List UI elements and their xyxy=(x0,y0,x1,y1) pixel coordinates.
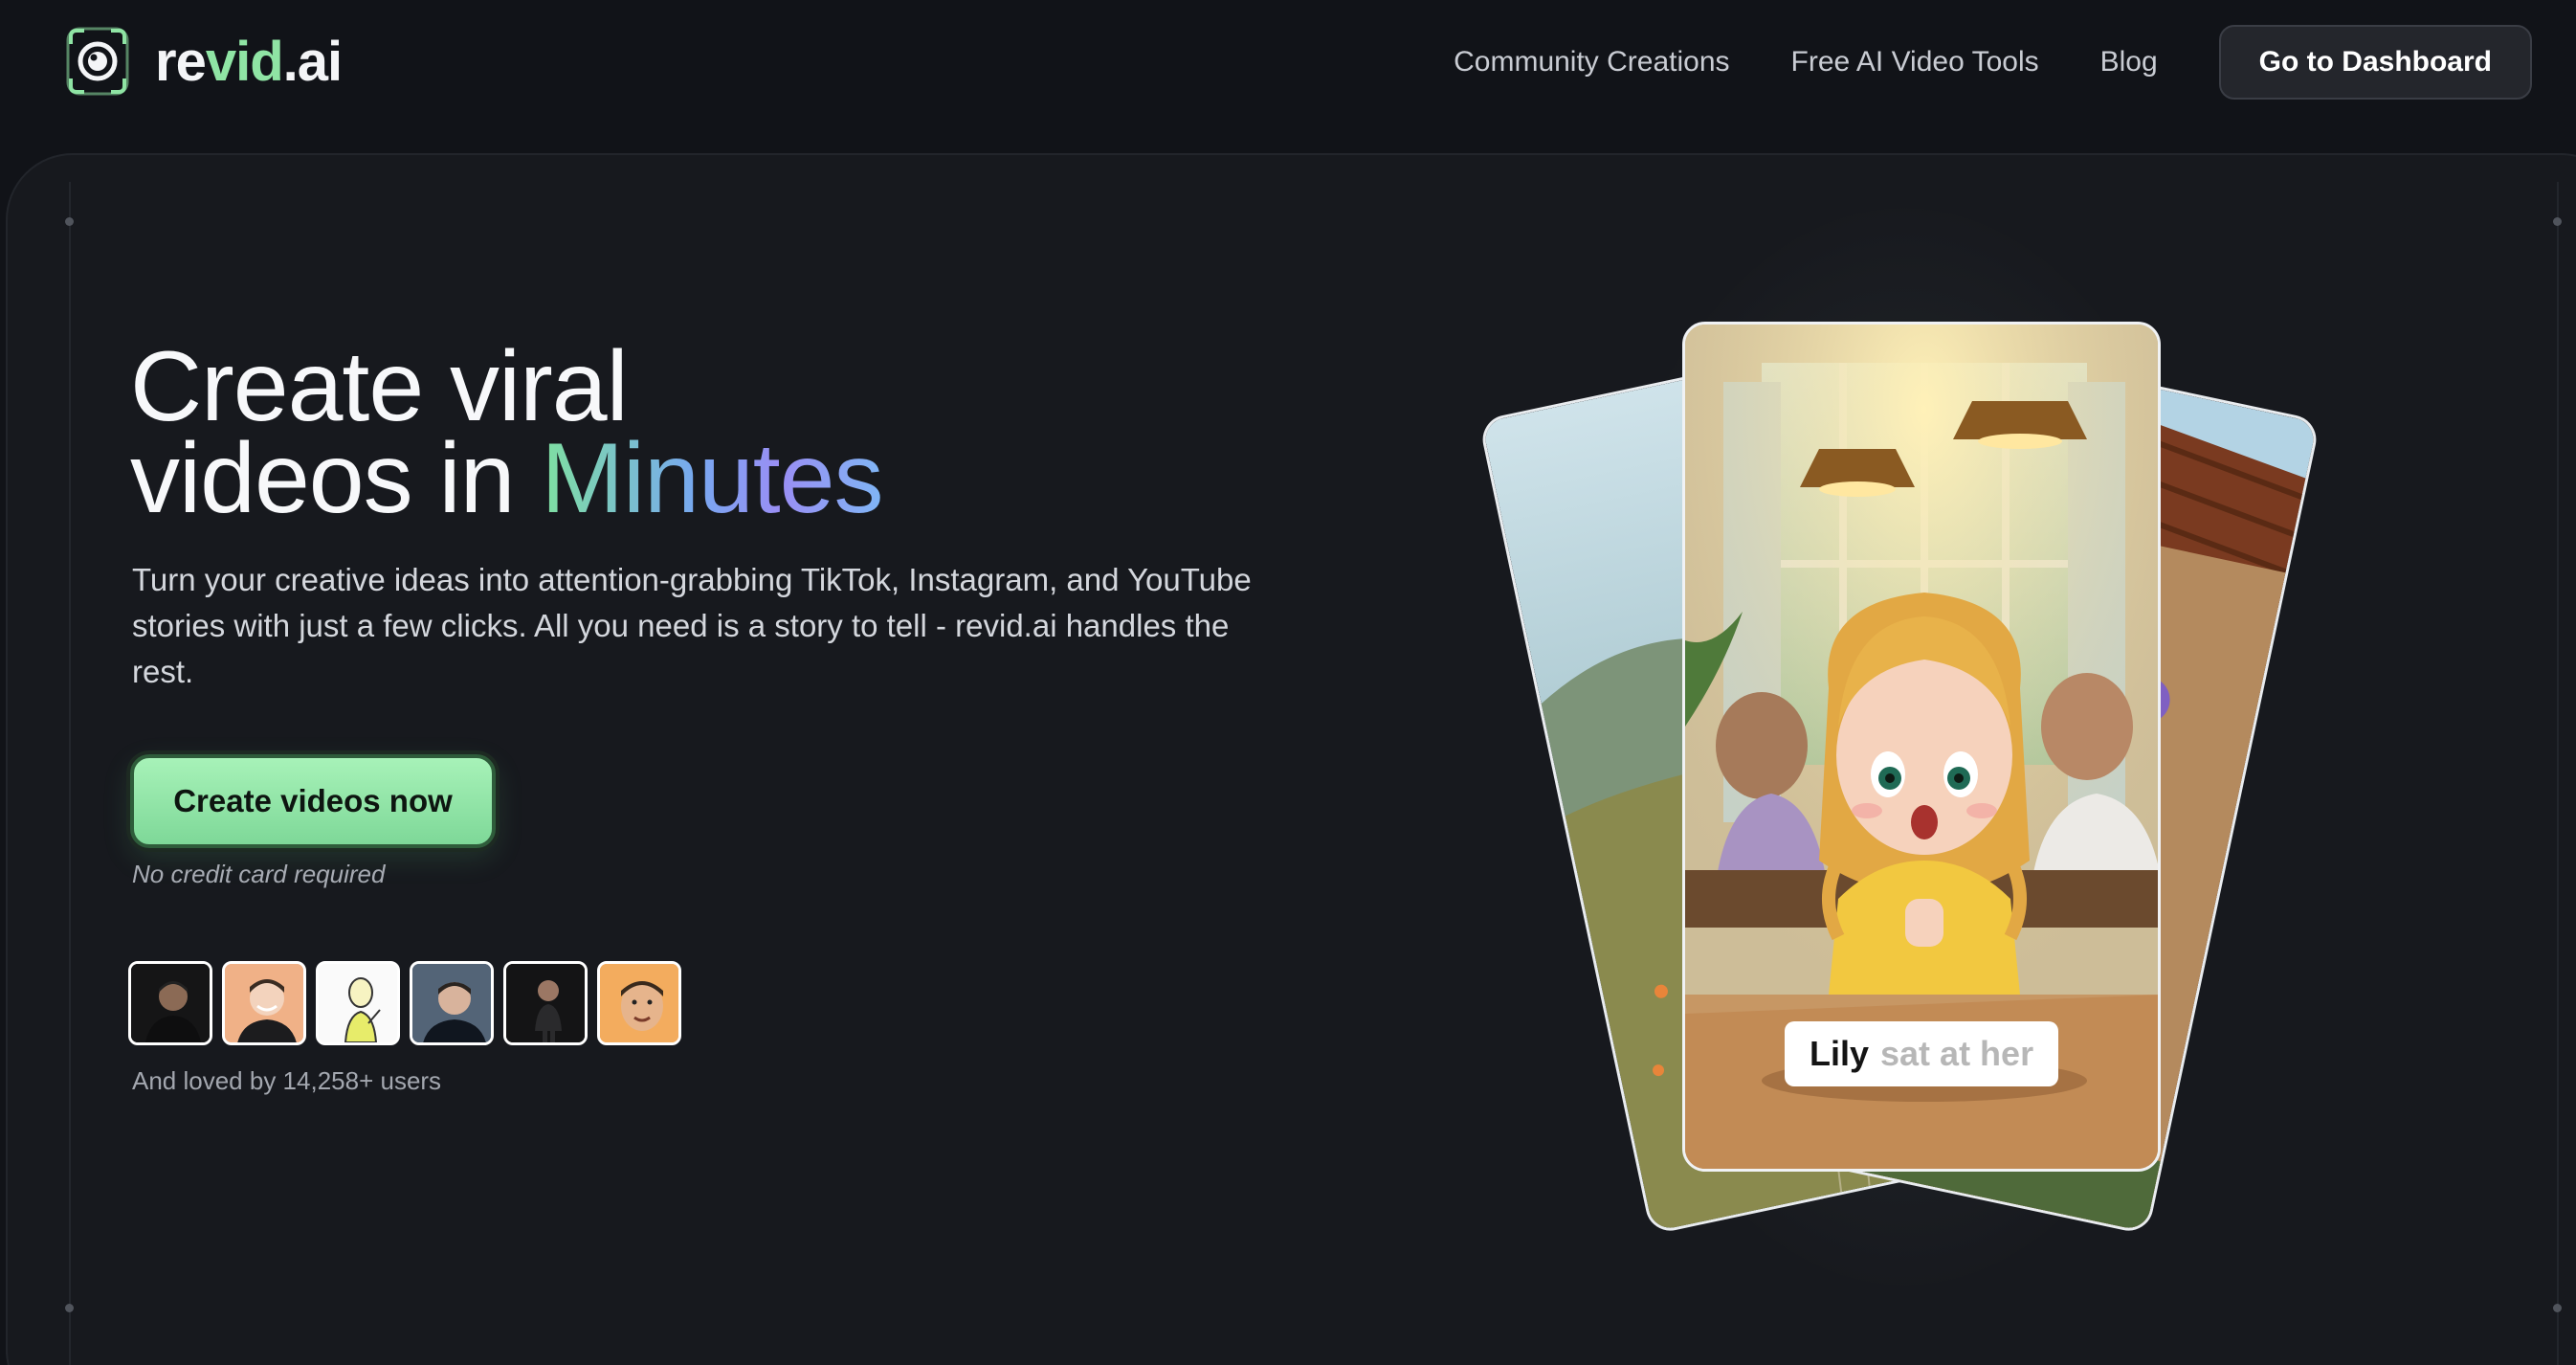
headline-line-2: videos in xyxy=(130,423,542,534)
create-videos-now-button[interactable]: Create videos now xyxy=(130,754,496,848)
user-avatars xyxy=(128,961,681,1045)
site-header: revid.ai Community Creations Free AI Vid… xyxy=(0,0,2576,126)
camera-eye-icon xyxy=(65,27,130,96)
right-guide-line xyxy=(2557,182,2559,1365)
main-nav: Community Creations Free AI Video Tools … xyxy=(1454,25,2532,100)
no-credit-card-note: No credit card required xyxy=(132,860,386,888)
go-to-dashboard-button[interactable]: Go to Dashboard xyxy=(2218,25,2532,100)
left-guide-line xyxy=(69,182,71,1365)
avatar xyxy=(597,961,681,1045)
guide-dot xyxy=(65,217,74,226)
brand-name-part-2: vid xyxy=(205,30,284,93)
caption-active-word: Lily xyxy=(1810,1034,1870,1073)
guide-dot xyxy=(2553,1304,2562,1312)
brand-logo[interactable]: revid.ai xyxy=(65,27,343,96)
hero-headline: Create viral videos in Minutes xyxy=(130,337,884,528)
headline-highlight: Minutes xyxy=(541,423,883,534)
avatar xyxy=(503,961,588,1045)
nav-free-ai-video-tools[interactable]: Free AI Video Tools xyxy=(1791,46,2039,78)
preview-card-main[interactable]: Lily sat at her xyxy=(1682,322,2161,1172)
nav-blog[interactable]: Blog xyxy=(2100,46,2158,78)
brand-name-part-1: re xyxy=(155,30,207,93)
avatar xyxy=(222,961,306,1045)
brand-name-part-3: .ai xyxy=(282,30,343,93)
landing-page: revid.ai Community Creations Free AI Vid… xyxy=(0,0,2576,1365)
guide-dot xyxy=(65,1304,74,1312)
brand-name: revid.ai xyxy=(155,30,343,94)
guide-dot xyxy=(2553,217,2562,226)
avatar xyxy=(128,961,212,1045)
nav-community-creations[interactable]: Community Creations xyxy=(1454,46,1729,78)
social-proof-text: And loved by 14,258+ users xyxy=(132,1066,442,1095)
video-caption: Lily sat at her xyxy=(1785,1021,2059,1086)
hero-description: Turn your creative ideas into attention-… xyxy=(132,562,1252,689)
avatar xyxy=(316,961,400,1045)
caption-upcoming-words: sat at her xyxy=(1880,1034,2034,1073)
avatar xyxy=(410,961,494,1045)
